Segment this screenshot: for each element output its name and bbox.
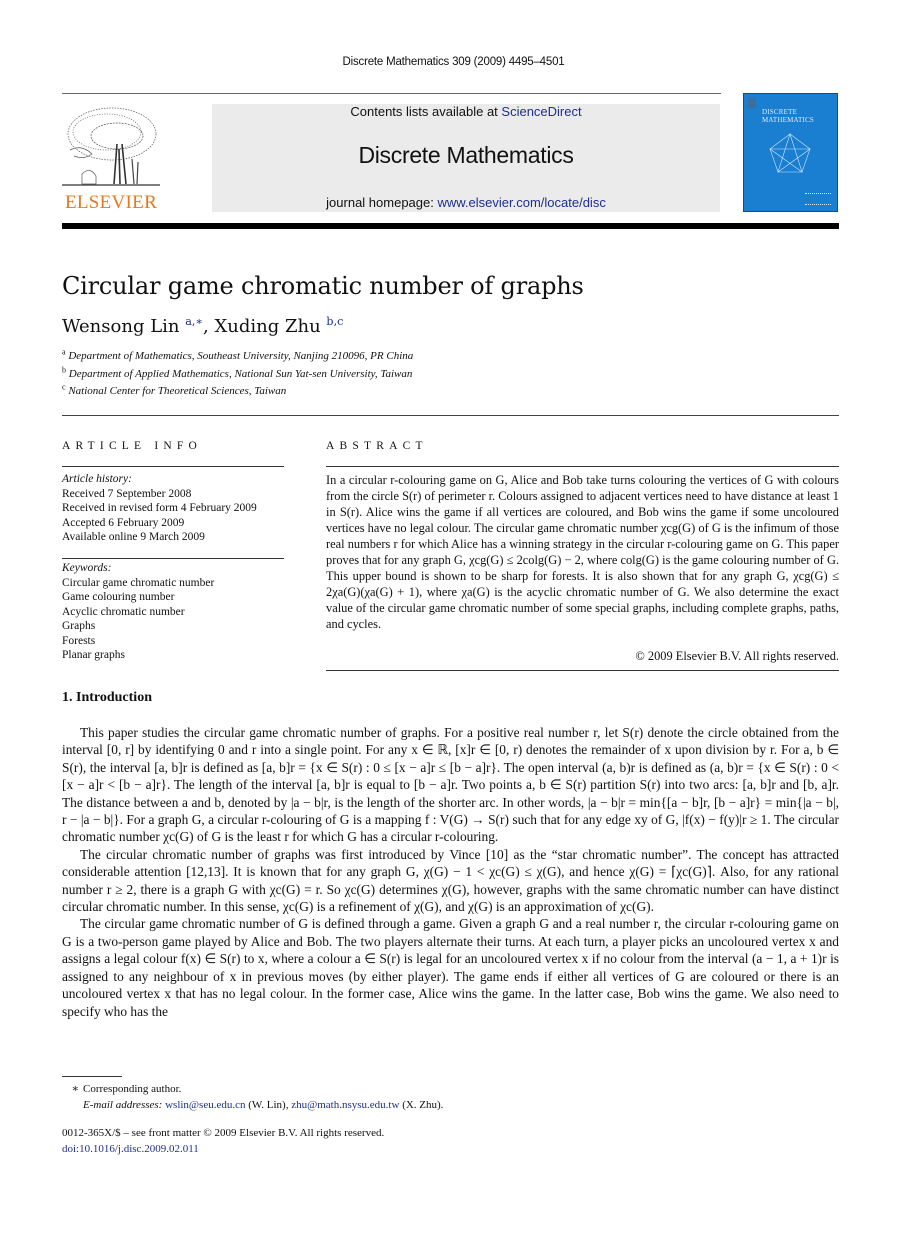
keywords-rule <box>62 558 284 559</box>
paragraph: The circular game chromatic number of G … <box>62 916 839 1019</box>
affiliation-text: Department of Mathematics, Southeast Uni… <box>68 350 414 362</box>
affiliation-mark: a <box>62 347 66 357</box>
email-link[interactable]: zhu@math.nsysu.edu.tw <box>291 1099 399 1111</box>
abstract-rule <box>326 466 839 467</box>
affiliation-mark: b <box>62 365 66 375</box>
abstract-bottom-rule <box>326 670 839 671</box>
header-thick-rule <box>62 223 839 229</box>
author-affiliation-marks[interactable]: a,∗ <box>185 315 203 328</box>
elsevier-wordmark: ELSEVIER <box>64 192 158 213</box>
article-info-heading: ARTICLE INFO <box>62 440 202 452</box>
author-name[interactable]: Xuding Zhu <box>214 316 320 337</box>
corresponding-author-note: Corresponding author. <box>83 1083 182 1095</box>
affiliation-text: Department of Applied Mathematics, Natio… <box>68 368 413 380</box>
history-label: Article history: <box>62 473 132 485</box>
keyword: Circular game chromatic number <box>62 576 215 589</box>
cover-title: DISCRETE MATHEMATICS <box>762 108 814 124</box>
pentagram-graph-icon <box>769 133 811 173</box>
keyword: Forests <box>62 634 96 647</box>
elsevier-logo[interactable]: ELSEVIER <box>62 104 160 214</box>
article-info-rule <box>62 466 284 467</box>
introduction-body: This paper studies the circular game chr… <box>62 724 839 1020</box>
author-affiliation-marks[interactable]: b,c <box>326 315 343 328</box>
email-label: E-mail addresses: <box>83 1099 163 1111</box>
paper-title: Circular game chromatic number of graphs <box>62 272 584 300</box>
footnote-star: ∗ <box>71 1083 79 1095</box>
history-item: Accepted 6 February 2009 <box>62 516 185 529</box>
affiliation: a Department of Mathematics, Southeast U… <box>62 347 414 362</box>
keyword: Game colouring number <box>62 591 175 603</box>
cover-imprint-icon <box>805 193 831 205</box>
doi-link[interactable]: doi:10.1016/j.disc.2009.02.011 <box>62 1143 199 1155</box>
affiliation-text: National Center for Theoretical Sciences… <box>68 385 287 397</box>
history-item: Received in revised form 4 February 2009 <box>62 502 257 514</box>
affiliation: c National Center for Theoretical Scienc… <box>62 382 287 397</box>
elsevier-tree-icon <box>62 107 160 186</box>
journal-cover-thumbnail[interactable]: DISCRETE MATHEMATICS <box>743 93 838 212</box>
journal-title: Discrete Mathematics <box>358 142 574 168</box>
abstract-copyright: © 2009 Elsevier B.V. All rights reserved… <box>635 649 839 663</box>
keyword: Graphs <box>62 620 96 632</box>
front-matter: 0012-365X/$ – see front matter © 2009 El… <box>62 1125 384 1157</box>
journal-citation: Discrete Mathematics 309 (2009) 4495–450… <box>342 56 565 68</box>
footnote: ∗ Corresponding author. E-mail addresses:… <box>62 1081 444 1113</box>
homepage-prefix: journal homepage: <box>326 195 438 210</box>
sciencedirect-link[interactable]: ScienceDirect <box>501 104 581 119</box>
section-rule <box>62 415 839 416</box>
history-item: Available online 9 March 2009 <box>62 531 205 543</box>
abstract-text: In a circular r-colouring game on G, Ali… <box>326 473 839 631</box>
cover-logo-icon <box>748 98 756 108</box>
article-history: Article history: Received 7 September 20… <box>62 472 257 545</box>
abstract-heading: ABSTRACT <box>326 440 428 452</box>
section-heading-introduction: 1. Introduction <box>62 690 152 705</box>
footnote-rule <box>62 1076 122 1077</box>
header-rule <box>62 93 721 94</box>
homepage-line: journal homepage: www.elsevier.com/locat… <box>212 195 720 210</box>
email-owner: (W. Lin) <box>248 1099 286 1111</box>
author-list: Wensong Lin a,∗, Xuding Zhu b,c <box>62 316 343 337</box>
author-separator: , <box>203 316 215 337</box>
author-name[interactable]: Wensong Lin <box>62 316 180 337</box>
keywords-label: Keywords: <box>62 562 112 574</box>
paragraph: The circular chromatic number of graphs … <box>62 846 839 915</box>
cover-title-line2: MATHEMATICS <box>762 116 814 124</box>
keywords: Keywords: Circular game chromatic number… <box>62 561 214 663</box>
journal-homepage-link[interactable]: www.elsevier.com/locate/disc <box>437 195 605 210</box>
contents-line: Contents lists available at ScienceDirec… <box>212 104 720 119</box>
history-item: Received 7 September 2008 <box>62 487 192 500</box>
keyword: Acyclic chromatic number <box>62 605 185 618</box>
keyword: Planar graphs <box>62 649 125 661</box>
cover-title-line1: DISCRETE <box>762 108 798 116</box>
journal-banner: Contents lists available at ScienceDirec… <box>212 104 720 212</box>
affiliation-mark: c <box>62 382 66 392</box>
issn-line: 0012-365X/$ – see front matter © 2009 El… <box>62 1127 385 1139</box>
affiliation: b Department of Applied Mathematics, Nat… <box>62 365 413 380</box>
email-link[interactable]: wslin@seu.edu.cn <box>165 1099 245 1111</box>
contents-prefix: Contents lists available at <box>350 104 502 119</box>
email-owner: (X. Zhu). <box>402 1099 444 1111</box>
paragraph: This paper studies the circular game chr… <box>62 725 839 845</box>
